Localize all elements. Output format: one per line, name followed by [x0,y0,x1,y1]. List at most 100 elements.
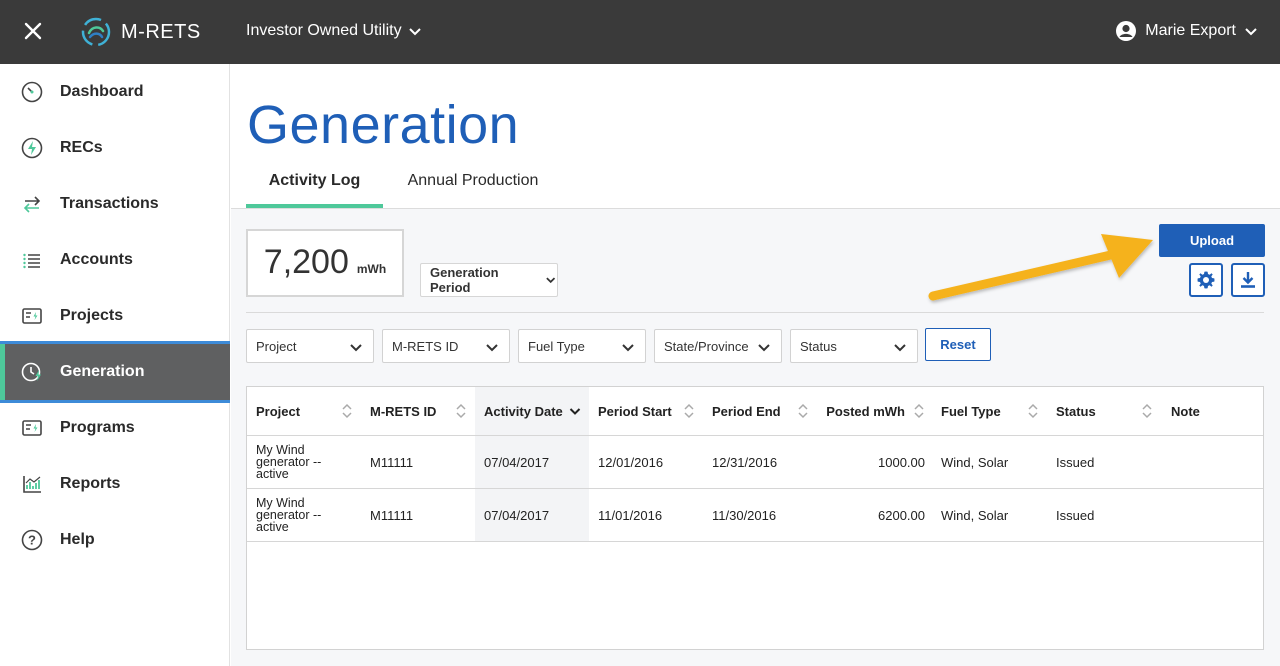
header-label: Posted mWh [826,403,905,419]
cell-m-rets-id: M11111 [370,507,414,523]
list-icon [20,248,44,272]
chart-icon [20,472,44,496]
header-label: Fuel Type [941,403,1001,419]
chevron-down-icon [894,344,906,352]
svg-text:?: ? [28,533,36,548]
sidebar-item-accounts[interactable]: Accounts [0,232,230,288]
close-icon[interactable] [22,20,44,42]
column-header-period-end[interactable]: Period End [703,387,817,435]
activity-table: Project M-RETS ID Activity Date Period S… [246,386,1264,650]
sidebar-item-label: Transactions [60,195,159,212]
sort-descending-icon [569,408,581,415]
sort-icon [342,403,352,419]
sidebar-item-transactions[interactable]: Transactions [0,176,230,232]
header-label: Status [1056,403,1096,419]
upload-button[interactable]: Upload [1159,224,1265,257]
column-header-fuel-type[interactable]: Fuel Type [932,387,1046,435]
chevron-down-icon [545,277,555,284]
sidebar-item-recs[interactable]: RECs [0,120,230,176]
column-header-status[interactable]: Status [1047,387,1161,435]
cell-status: Issued [1056,454,1095,470]
filter-m-rets-id[interactable]: M-RETS ID [382,329,510,363]
transfer-arrows-icon [20,192,44,216]
column-header-activity-date[interactable]: Activity Date [475,387,589,435]
sidebar-item-help[interactable]: ? Help [0,512,230,568]
sort-icon [1028,403,1038,419]
cell-period-start: 11/01/2016 [598,507,663,523]
filter-label: State/Province [664,338,749,354]
cell-text: active [256,520,289,534]
filter-status[interactable]: Status [790,329,918,363]
generation-period-select[interactable]: Generation Period [420,263,558,297]
chevron-down-icon [1245,28,1257,36]
user-name: Marie Export [1145,22,1236,39]
cell-note [1162,489,1262,541]
tab-activity-log[interactable]: Activity Log [246,168,383,208]
total-generation-card: 7,200 mWh [246,229,404,297]
sidebar-item-projects[interactable]: Projects [0,288,230,344]
sidebar-item-label: Reports [60,475,121,492]
filter-state-province[interactable]: State/Province [654,329,782,363]
organization-name: Investor Owned Utility [246,22,402,39]
download-button[interactable] [1231,263,1265,297]
sidebar-item-label: Programs [60,419,135,436]
cell-posted-mwh: 1000.00 [878,454,925,470]
divider [246,312,1264,313]
main-content: Generation Activity Log Annual Productio… [231,64,1280,666]
m-rets-logo-icon [81,17,111,47]
header-label: Period Start [598,403,672,419]
header-label: Period End [712,403,781,419]
cell-note [1162,436,1262,488]
chevron-down-icon [350,344,362,352]
sidebar-item-label: Generation [60,363,145,380]
cell-fuel-type: Wind, Solar [941,454,1009,470]
clock-bolt-icon [20,360,44,384]
cell-text: active [256,467,289,481]
cell-posted-mwh: 6200.00 [878,507,925,523]
sort-icon [1142,403,1152,419]
organization-selector[interactable]: Investor Owned Utility [246,22,422,40]
top-bar: M-RETS Investor Owned Utility Marie Expo… [0,0,1280,64]
filter-label: Fuel Type [528,338,585,354]
filter-project[interactable]: Project [246,329,374,363]
settings-button[interactable] [1189,263,1223,297]
column-header-m-rets-id[interactable]: M-RETS ID [361,387,475,435]
sidebar: Dashboard RECs Transactions Accounts Pro… [0,64,230,666]
cell-period-start: 12/01/2016 [598,454,664,470]
filter-label: Project [256,338,297,354]
user-menu[interactable]: Marie Export [1115,20,1258,42]
chevron-down-icon [622,344,634,352]
download-icon [1241,272,1255,288]
chevron-down-icon [758,344,770,352]
cell-status: Issued [1056,507,1095,523]
filter-fuel-type[interactable]: Fuel Type [518,329,646,363]
sidebar-item-label: Dashboard [60,83,144,100]
cell-period-end: 11/30/2016 [712,507,777,523]
brand-name: M-RETS [121,21,201,43]
total-unit: mWh [356,262,387,276]
project-card-icon [20,304,44,328]
column-header-posted-mwh[interactable]: Posted mWh [817,387,931,435]
sidebar-item-label: Accounts [60,251,133,268]
column-header-note[interactable]: Note [1162,387,1262,435]
cell-project: My Wind generator -- active [247,489,361,541]
header-label: Project [256,403,301,419]
sidebar-item-dashboard[interactable]: Dashboard [0,64,230,120]
filter-label: M-RETS ID [392,338,459,354]
sidebar-item-generation[interactable]: Generation [0,341,230,403]
cell-fuel-type: Wind, Solar [941,507,1009,523]
reset-button[interactable]: Reset [925,328,991,361]
sidebar-item-programs[interactable]: Programs [0,400,230,456]
sort-icon [914,403,924,419]
gear-icon [1197,271,1215,289]
header-label: Note [1171,403,1200,419]
column-header-project[interactable]: Project [247,387,361,435]
page-title: Generation [247,95,520,155]
column-header-period-start[interactable]: Period Start [589,387,703,435]
program-card-icon [20,416,44,440]
filter-label: Status [800,338,837,354]
tab-annual-production[interactable]: Annual Production [398,168,548,208]
row-divider [247,541,1263,542]
sidebar-item-label: RECs [60,139,103,156]
sidebar-item-reports[interactable]: Reports [0,456,230,512]
